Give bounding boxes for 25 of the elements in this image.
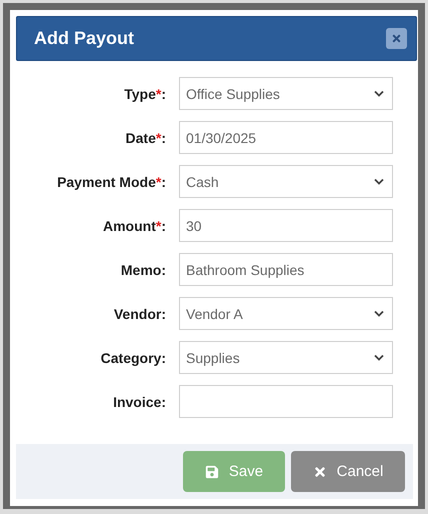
field-label: Amount*: [102,218,166,234]
cancel-button[interactable]: Cancel [291,451,405,492]
dialog-title: Add Payout [34,28,134,49]
input-field[interactable]: Bathroom Supplies [179,253,393,286]
chevron-down-icon [374,310,384,317]
chevron-down-icon [374,354,384,361]
select-field[interactable]: Cash [179,165,393,198]
select-field[interactable]: Vendor A [179,297,393,330]
input-field[interactable]: 30 [179,209,393,242]
field-label: Date*: [124,130,166,146]
input-field[interactable] [179,385,393,418]
close-icon [312,464,327,478]
field-label: Category: [100,350,166,366]
input-field[interactable]: 01/30/2025 [179,121,393,154]
field-label: Invoice: [112,394,166,410]
field-label: Vendor: [112,306,166,322]
field-label: Type*: [123,86,166,102]
close-button[interactable] [386,28,407,49]
close-icon [391,33,402,44]
field-label: Payment Mode*: [56,174,166,190]
chevron-down-icon [374,178,384,185]
chevron-down-icon [374,90,384,97]
field-label: Memo: [120,262,166,278]
select-field[interactable]: Supplies [179,341,393,374]
select-field[interactable]: Office Supplies [179,77,393,110]
